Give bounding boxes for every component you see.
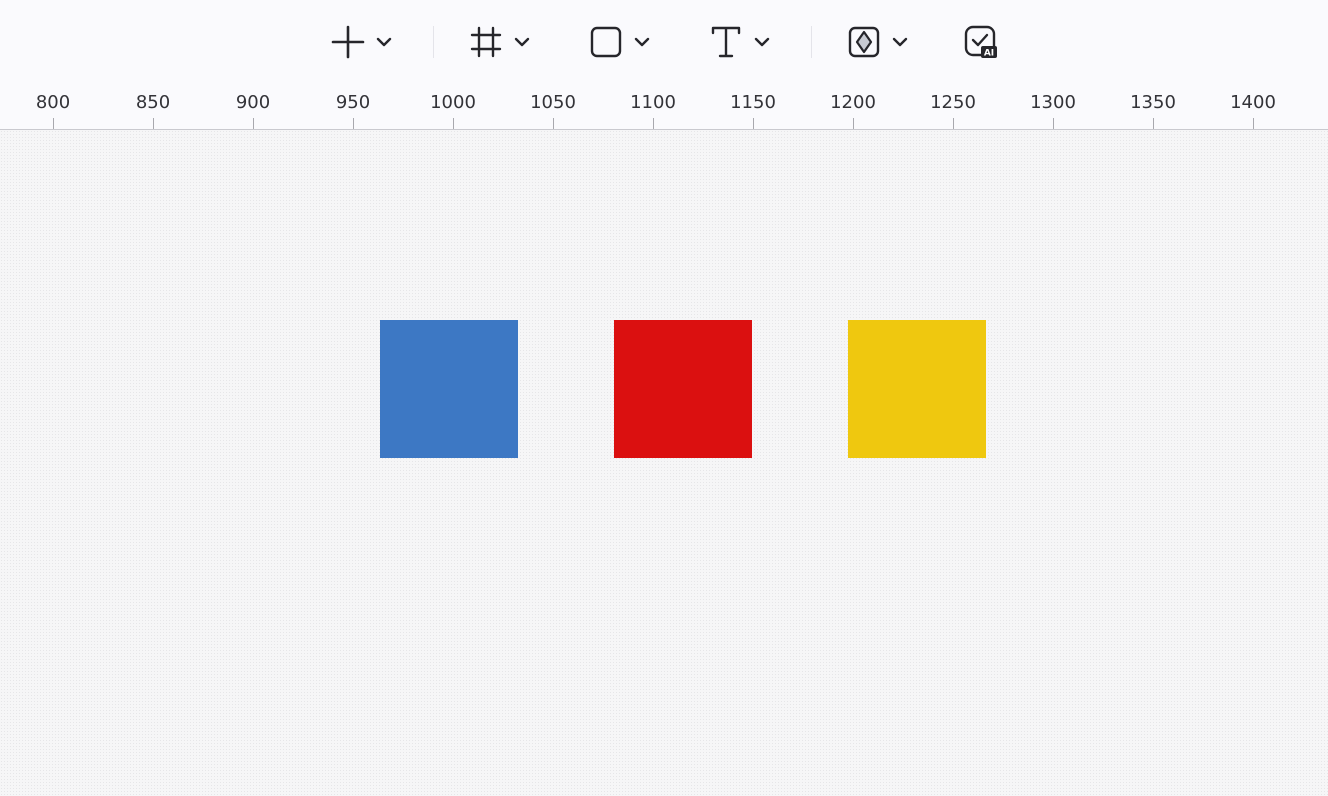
chevron-down-icon[interactable] [630, 22, 654, 62]
chevron-down-icon[interactable] [372, 22, 396, 62]
chevron-down-icon[interactable] [888, 22, 912, 62]
ruler-tick [53, 118, 54, 129]
ruler-label: 1300 [1030, 92, 1076, 113]
ruler-label: 1150 [730, 92, 776, 113]
ruler-tick [853, 118, 854, 129]
chevron-down-icon[interactable] [750, 22, 774, 62]
ruler-tick [453, 118, 454, 129]
red-square[interactable] [614, 320, 752, 458]
text-tool-button[interactable] [706, 22, 774, 62]
ruler-label: 800 [35, 92, 71, 113]
toolbar: AI [0, 0, 1328, 88]
yellow-square[interactable] [848, 320, 986, 458]
ai-badge: AI [984, 49, 994, 59]
frame-tool-button[interactable] [466, 22, 534, 62]
ruler-tick [253, 118, 254, 129]
ruler-tick [653, 118, 654, 129]
component-tool-button[interactable] [844, 22, 912, 62]
horizontal-ruler: 800 850 900 950 1000 1050 1100 1150 1200… [0, 88, 1328, 130]
rounded-square-icon [586, 22, 626, 62]
ruler-label: 1050 [530, 92, 576, 113]
ruler-label: 1400 [1230, 92, 1276, 113]
ruler-label: 850 [135, 92, 171, 113]
ruler-tick [753, 118, 754, 129]
ruler-tick [153, 118, 154, 129]
ruler-label: 950 [335, 92, 371, 113]
ruler-tick [953, 118, 954, 129]
ruler-label: 1000 [430, 92, 476, 113]
ruler-tick [1153, 118, 1154, 129]
text-icon [706, 22, 746, 62]
design-canvas[interactable] [0, 130, 1328, 796]
ai-check-tool-button[interactable]: AI [960, 22, 1000, 62]
add-tool-button[interactable] [328, 22, 396, 62]
ruler-label: 1100 [630, 92, 676, 113]
ruler-tick [1253, 118, 1254, 129]
ai-check-icon: AI [960, 22, 1000, 62]
ruler-tick [1053, 118, 1054, 129]
frame-icon [466, 22, 506, 62]
plus-icon [328, 22, 368, 62]
ruler-label: 1250 [930, 92, 976, 113]
chevron-down-icon[interactable] [510, 22, 534, 62]
toolbar-divider [811, 26, 812, 58]
shape-tool-button[interactable] [586, 22, 654, 62]
ruler-label: 1350 [1130, 92, 1176, 113]
ruler-tick [553, 118, 554, 129]
ruler-tick [353, 118, 354, 129]
ruler-label: 900 [235, 92, 271, 113]
toolbar-divider [433, 26, 434, 58]
blue-square[interactable] [380, 320, 518, 458]
diamond-square-icon [844, 22, 884, 62]
ruler-label: 1200 [830, 92, 876, 113]
